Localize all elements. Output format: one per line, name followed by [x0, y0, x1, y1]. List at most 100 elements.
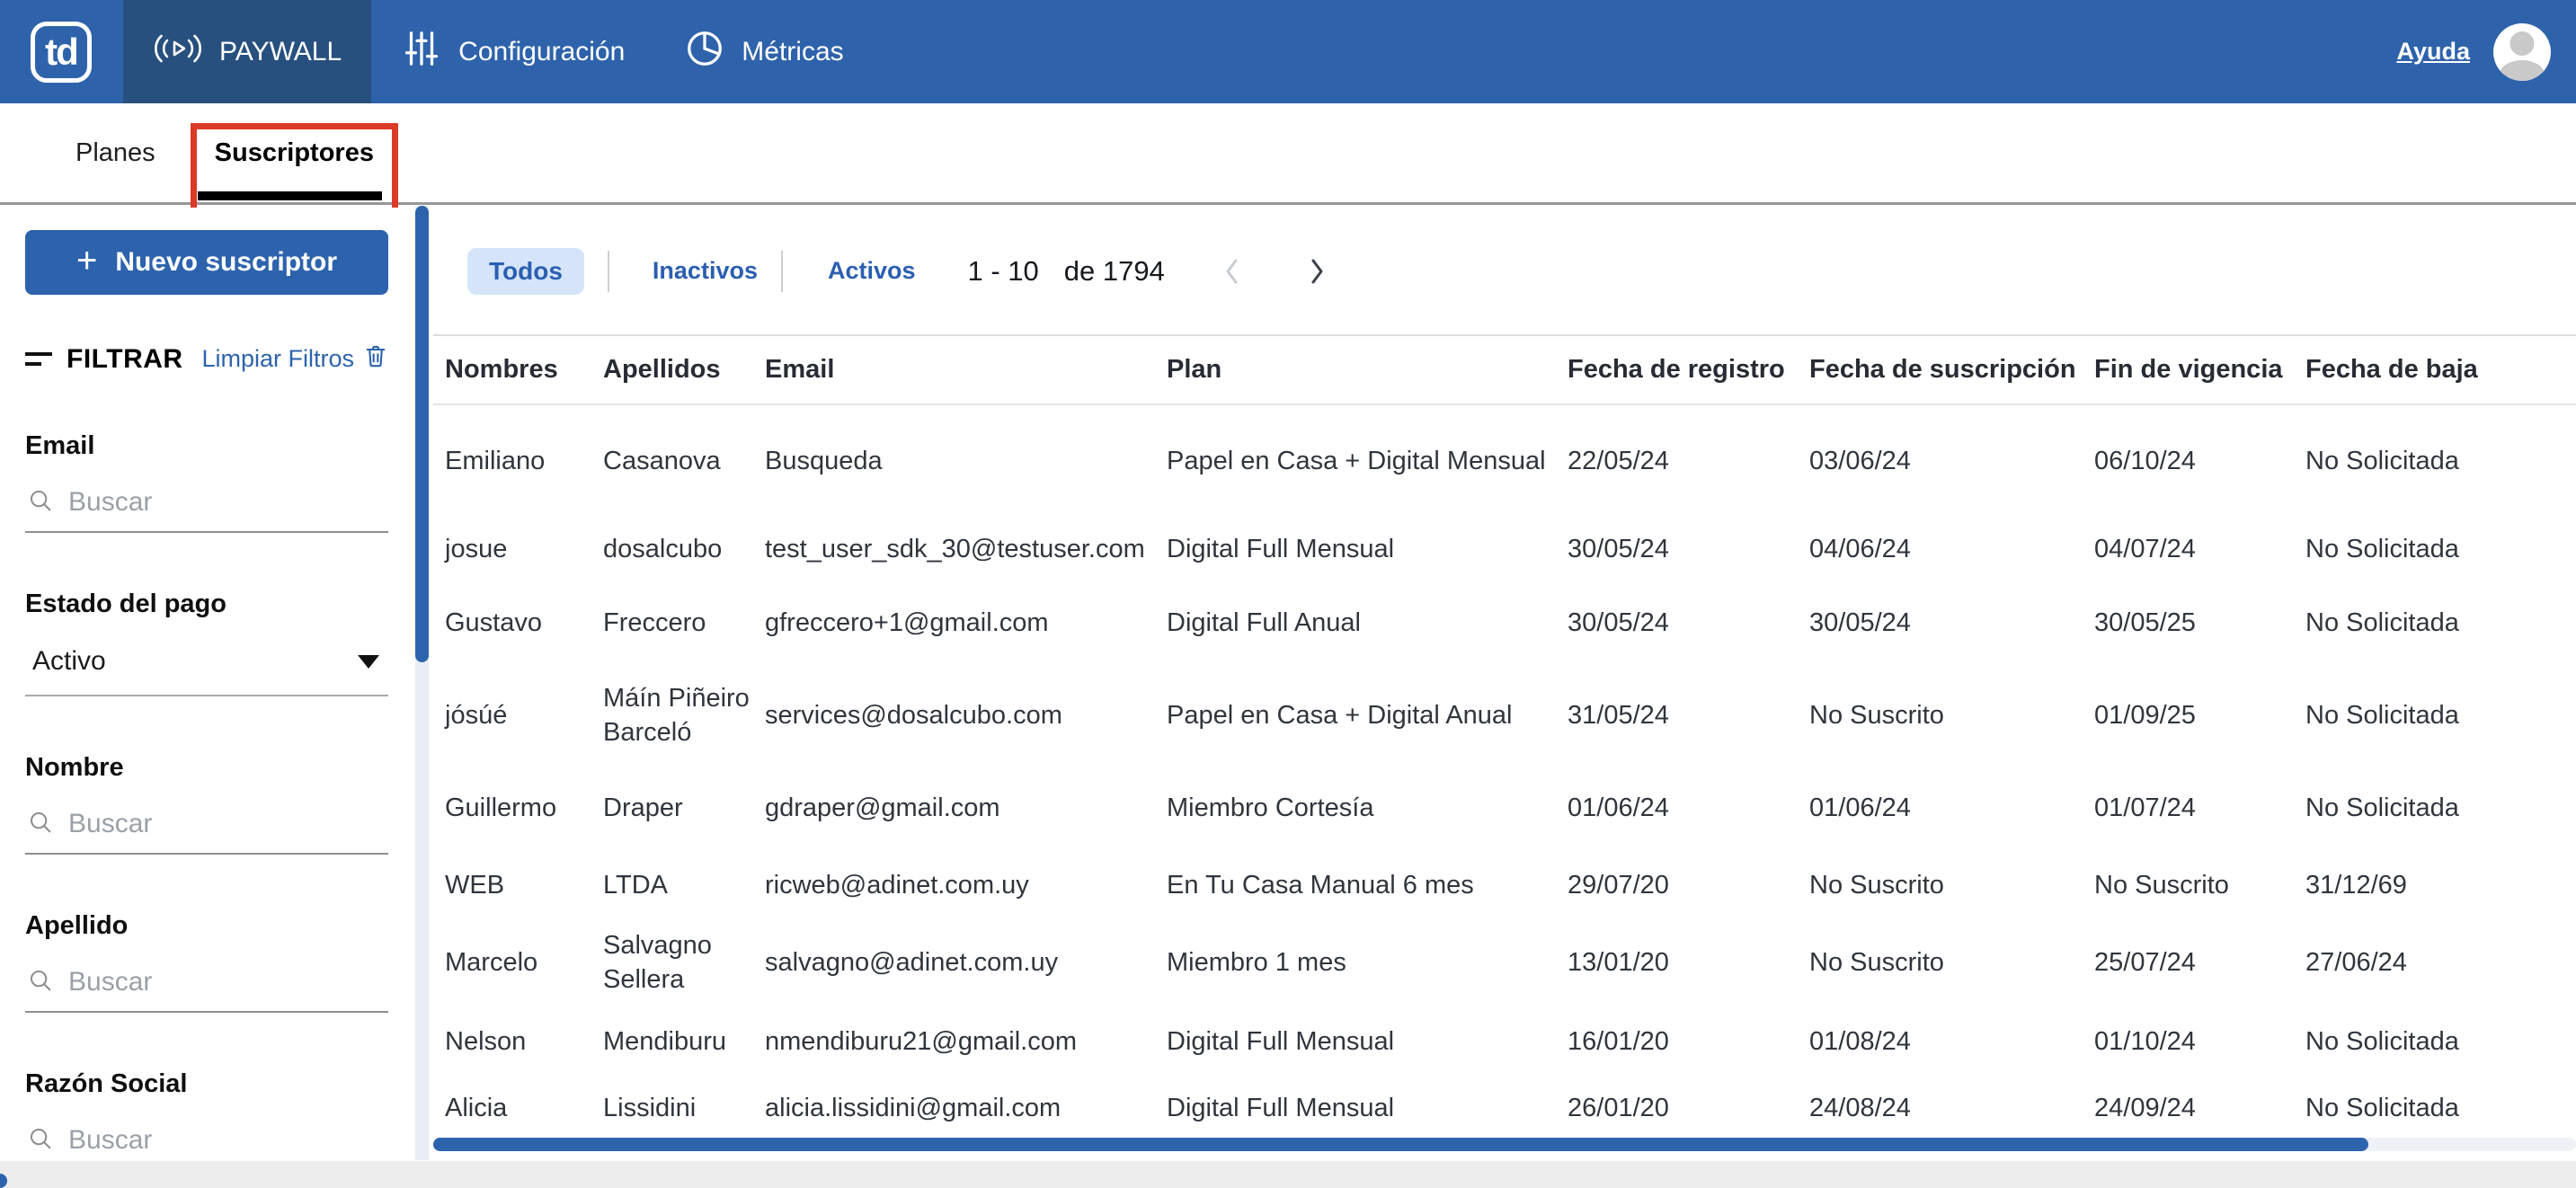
- avatar-body-shape: [2500, 59, 2545, 81]
- brand-logo[interactable]: td: [31, 21, 92, 83]
- cell-fecha-registro: 31/05/24: [1568, 701, 1669, 730]
- cell-plan: Digital Full Mensual: [1167, 1094, 1395, 1122]
- cell-apellidos: dosalcubo: [603, 535, 723, 563]
- column-header-email: Email: [765, 355, 835, 384]
- cell-fecha-suscripcion: 03/06/24: [1809, 447, 1911, 475]
- cell-fin-vigencia: 24/09/24: [2094, 1094, 2196, 1122]
- new-subscriber-label: Nuevo suscriptor: [115, 247, 338, 277]
- user-avatar[interactable]: [2493, 22, 2551, 81]
- cell-fin-vigencia: 30/05/25: [2094, 607, 2196, 637]
- bottom-gutter: [0, 1161, 2576, 1188]
- filter-todos[interactable]: Todos: [467, 247, 584, 295]
- table-row[interactable]: Emiliano Casanova Busqueda Papel en Casa…: [433, 405, 2576, 517]
- cell-fecha-suscripcion: No Suscrito: [1809, 701, 1944, 730]
- tab-planes[interactable]: Planes: [76, 138, 155, 168]
- nav-item-configuracion[interactable]: Configuración: [371, 0, 654, 103]
- horizontal-scrollbar-thumb[interactable]: [433, 1138, 2368, 1151]
- cell-apellidos: Freccero: [603, 607, 706, 637]
- search-icon: [27, 967, 54, 998]
- cell-apellidos: Casanova: [603, 447, 721, 475]
- cell-fecha-baja: 27/06/24: [2305, 948, 2407, 977]
- cell-nombres: Emiliano: [445, 447, 546, 475]
- table-row[interactable]: jósúé Máín Piñeiro Barceló services@dosa…: [433, 663, 2576, 767]
- cell-plan: Digital Full Mensual: [1167, 1026, 1395, 1056]
- cell-fecha-baja: No Solicitada: [2305, 1094, 2459, 1122]
- cell-fin-vigencia: No Suscrito: [2094, 870, 2229, 900]
- previous-page-button[interactable]: [1221, 255, 1244, 288]
- new-subscriber-button[interactable]: + Nuevo suscriptor: [25, 230, 388, 295]
- cell-fecha-baja: No Solicitada: [2305, 607, 2459, 637]
- payment-status-select[interactable]: Activo: [25, 641, 388, 696]
- cell-fecha-registro: 16/01/20: [1568, 1026, 1669, 1056]
- cell-fecha-suscripcion: 30/05/24: [1809, 607, 1911, 637]
- email-search-input[interactable]: [67, 486, 386, 519]
- table-row[interactable]: Nelson Mendiburu nmendiburu21@gmail.com …: [433, 1004, 2576, 1078]
- divider: [607, 250, 609, 292]
- nav-item-label: Configuración: [458, 36, 626, 66]
- cell-fecha-suscripcion: No Suscrito: [1809, 948, 1944, 977]
- table-row[interactable]: Marcelo Salvagno Sellera salvagno@adinet…: [433, 921, 2576, 1004]
- nav-item-metricas[interactable]: Métricas: [654, 0, 873, 103]
- nav-item-paywall[interactable]: PAYWALL: [123, 0, 372, 103]
- cell-fecha-registro: 30/05/24: [1568, 535, 1669, 563]
- cell-fecha-baja: No Solicitada: [2305, 535, 2459, 563]
- table-row[interactable]: Alicia Lissidini alicia.lissidini@gmail.…: [433, 1078, 2576, 1138]
- search-icon: [27, 809, 54, 840]
- next-page-button[interactable]: [1305, 255, 1328, 288]
- company-search-input[interactable]: [67, 1124, 386, 1157]
- cell-fecha-suscripcion: 24/08/24: [1809, 1094, 1911, 1122]
- trash-icon: [363, 343, 388, 375]
- subscribers-main: Todos Inactivos Activos 1 - 10 de 1794 N…: [433, 208, 2576, 1138]
- cell-fecha-suscripcion: 01/06/24: [1809, 793, 1911, 822]
- cell-nombres: Gustavo: [445, 607, 542, 637]
- filter-activos[interactable]: Activos: [828, 257, 916, 285]
- cell-apellidos: Salvagno Sellera: [603, 931, 712, 994]
- column-header-fecha-registro: Fecha de registro: [1568, 355, 1785, 384]
- cell-apellidos: Lissidini: [603, 1094, 697, 1122]
- lastname-search-input[interactable]: [67, 966, 386, 998]
- name-search-input[interactable]: [67, 808, 386, 840]
- field-label-razon-social: Razón Social: [25, 1069, 188, 1098]
- cell-fecha-baja: No Solicitada: [2305, 701, 2459, 730]
- broadcast-icon: [153, 29, 203, 75]
- cell-email: salvagno@adinet.com.uy: [765, 948, 1059, 977]
- column-header-apellidos: Apellidos: [603, 355, 721, 384]
- cell-apellidos: Draper: [603, 793, 683, 822]
- cell-nombres: Nelson: [445, 1026, 527, 1056]
- cell-fecha-suscripcion: No Suscrito: [1809, 870, 1944, 900]
- email-search-field: [25, 483, 388, 533]
- cell-nombres: josue: [445, 535, 508, 563]
- cell-plan: En Tu Casa Manual 6 mes: [1167, 870, 1474, 900]
- column-header-fin-vigencia: Fin de vigencia: [2094, 355, 2283, 384]
- cell-plan: Papel en Casa + Digital Mensual: [1167, 447, 1546, 475]
- table-row[interactable]: Guillermo Draper gdraper@gmail.com Miemb…: [433, 767, 2576, 848]
- vertical-scrollbar-thumb[interactable]: [415, 206, 429, 662]
- help-link[interactable]: Ayuda: [2396, 38, 2470, 66]
- divider: [780, 250, 783, 292]
- column-header-nombres: Nombres: [445, 355, 558, 384]
- cell-fecha-baja: No Solicitada: [2305, 447, 2459, 475]
- field-label-email: Email: [25, 431, 95, 460]
- cell-apellidos: Mendiburu: [603, 1026, 727, 1056]
- search-icon: [27, 1125, 54, 1157]
- filter-title-group: FILTRAR: [25, 344, 183, 375]
- filter-inactivos[interactable]: Inactivos: [653, 257, 758, 285]
- field-label-nombre: Nombre: [25, 753, 124, 782]
- table-row[interactable]: WEB LTDA ricweb@adinet.com.uy En Tu Casa…: [433, 848, 2576, 921]
- app-screen: td PAYWALL Configuración Métricas Ayuda …: [0, 0, 2576, 1188]
- clear-filters-label: Limpiar Filtros: [201, 345, 354, 372]
- clear-filters-link[interactable]: Limpiar Filtros: [201, 343, 388, 375]
- filter-header-row: FILTRAR Limpiar Filtros: [25, 343, 388, 375]
- cell-email: gdraper@gmail.com: [765, 793, 1000, 822]
- table-row[interactable]: josue dosalcubo test_user_sdk_30@testuse…: [433, 517, 2576, 581]
- column-header-fecha-baja: Fecha de baja: [2305, 355, 2478, 384]
- table-header-row: Nombres Apellidos Email Plan Fecha de re…: [433, 336, 2576, 405]
- cell-email: alicia.lissidini@gmail.com: [765, 1094, 1061, 1122]
- cell-nombres: WEB: [445, 870, 505, 900]
- cell-fecha-registro: 13/01/20: [1568, 948, 1669, 977]
- pie-chart-icon: [684, 28, 725, 76]
- cell-email: test_user_sdk_30@testuser.com: [765, 535, 1145, 563]
- cell-fin-vigencia: 01/10/24: [2094, 1026, 2196, 1056]
- cell-fecha-registro: 30/05/24: [1568, 607, 1669, 637]
- table-row[interactable]: Gustavo Freccero gfreccero+1@gmail.com D…: [433, 581, 2576, 663]
